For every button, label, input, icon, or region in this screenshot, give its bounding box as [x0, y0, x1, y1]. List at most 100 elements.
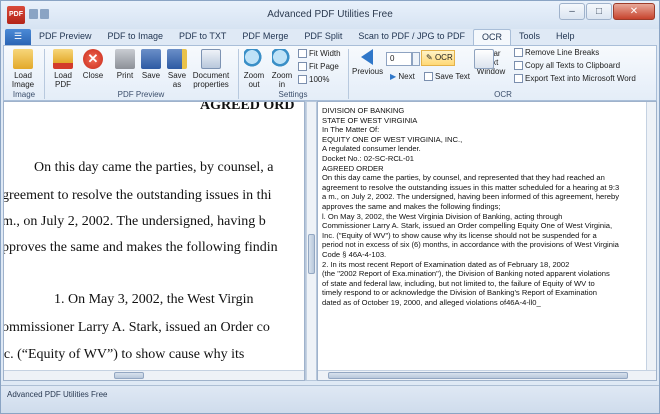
ocr-line: EQUITY ONE OF WEST VIRGINIA, INC.,	[322, 134, 463, 144]
ocr-line: A regulated consumer lender.	[322, 144, 421, 154]
tab-pdf-to-txt[interactable]: PDF to TXT	[171, 29, 234, 45]
close-label: Close	[82, 71, 104, 80]
ocr-line: Commissioner Larry A. Stark, issued an O…	[322, 221, 613, 231]
tab-pdf-preview[interactable]: PDF Preview	[31, 29, 100, 45]
next-label: Next	[398, 72, 415, 81]
load-image-label: Load Image	[11, 71, 35, 89]
previous-label: Previous	[352, 67, 384, 76]
pdf-preview-pane[interactable]: AGREED ORD On this day came the parties,…	[3, 101, 305, 381]
page-spinner[interactable]	[412, 52, 420, 66]
document-properties-button[interactable]: Document properties	[190, 49, 232, 89]
ribbon: Load Image Image Load PDF ✕ Close Print …	[3, 45, 657, 101]
tab-pdf-to-image[interactable]: PDF to Image	[100, 29, 172, 45]
document-properties-label: Document properties	[192, 71, 230, 89]
ocr-line: DIVISION OF BANKING	[322, 106, 405, 115]
tab-tools[interactable]: Tools	[511, 29, 548, 45]
pane-splitter[interactable]	[305, 101, 317, 381]
app-window: PDF Advanced PDF Utilities Free – □ ✕ ☰ …	[0, 0, 660, 414]
ocr-button[interactable]: ✎ OCR	[421, 50, 455, 66]
tab-scan-to-pdf[interactable]: Scan to PDF / JPG to PDF	[350, 29, 473, 45]
remove-line-breaks-label: Remove Line Breaks	[525, 48, 600, 57]
zoom-out-button[interactable]: Zoom out	[242, 49, 266, 89]
ocr-line: On this day came the parties, by counsel…	[322, 173, 605, 183]
ocr-line: timely respond to or acknowledge the Div…	[322, 288, 597, 298]
ocr-line: a m., on July 2, 2002. The undersigned, …	[322, 192, 620, 202]
clipboard-icon	[514, 61, 523, 70]
printer-icon	[115, 49, 135, 69]
tab-pdf-merge[interactable]: PDF Merge	[234, 29, 296, 45]
ocr-line: period not in excess of six (6) months, …	[322, 240, 619, 250]
arrow-right-icon: ▶	[390, 72, 397, 81]
group-ocr-label: OCR	[494, 90, 512, 99]
remove-line-breaks-icon	[514, 48, 523, 57]
copy-all-texts-button[interactable]: Copy all Texts to Clipboard	[514, 61, 620, 71]
remove-line-breaks-button[interactable]: Remove Line Breaks	[514, 48, 599, 58]
document-properties-icon	[201, 49, 221, 69]
scroll-thumb[interactable]	[308, 234, 315, 274]
export-word-label: Export Text into Microsoft Word	[525, 74, 636, 83]
word-icon	[514, 74, 523, 83]
ocr-line: Inc. ("Equity of WV") to show cause why …	[322, 230, 597, 240]
load-image-button[interactable]: Load Image	[8, 49, 38, 89]
zoom-in-label: Zoom in	[271, 71, 293, 89]
load-pdf-label: Load PDF	[54, 71, 72, 89]
file-menu-button[interactable]: ☰	[5, 29, 31, 45]
document-line: pproves the same and makes the following…	[3, 240, 278, 255]
clear-text-window-button[interactable]: Clear Text Window	[474, 49, 508, 76]
group-pdf-preview-label: PDF Preview	[117, 90, 165, 99]
ocr-line: approves the same and makes the followin…	[322, 201, 501, 211]
save-button[interactable]: Save	[140, 49, 162, 80]
save-text-icon	[424, 72, 433, 81]
ocr-horizontal-scrollbar[interactable]	[318, 370, 656, 380]
tab-ocr[interactable]: OCR	[472, 29, 511, 45]
group-image-label: Image	[12, 90, 36, 99]
save-text-label: Save Text	[435, 72, 470, 81]
print-label: Print	[116, 71, 134, 80]
title-bar: PDF Advanced PDF Utilities Free – □ ✕	[1, 1, 659, 29]
zoom-100-icon	[298, 75, 307, 84]
ribbon-tabs: ☰ PDF Preview PDF to Image PDF to TXT PD…	[1, 29, 659, 45]
ocr-text-pane[interactable]: DIVISION OF BANKING STATE OF WEST VIRGIN…	[317, 101, 657, 381]
preview-horizontal-scrollbar[interactable]	[4, 370, 304, 380]
document-line: 1. On May 3, 2002, the West Virgin	[54, 292, 254, 307]
save-as-button[interactable]: Save as	[166, 49, 188, 89]
next-page-button[interactable]: ▶ Next	[390, 72, 415, 82]
fit-width-button[interactable]: Fit Width	[298, 49, 341, 59]
scroll-thumb[interactable]	[328, 372, 628, 379]
page-number-input[interactable]: 0	[386, 52, 412, 66]
zoom-100-label: 100%	[309, 75, 330, 84]
save-as-label: Save as	[167, 71, 187, 89]
close-icon: ✕	[83, 49, 103, 69]
close-window-button[interactable]: ✕	[613, 3, 655, 20]
load-pdf-button[interactable]: Load PDF	[50, 49, 76, 89]
tab-pdf-split[interactable]: PDF Split	[296, 29, 350, 45]
document-line: m., on July 2, 2002. The undersigned, ha…	[3, 214, 266, 229]
fit-page-button[interactable]: Fit Page	[298, 62, 339, 72]
zoom-in-button[interactable]: Zoom in	[270, 49, 294, 89]
ocr-line: Code § 46A-4-103.	[322, 249, 387, 259]
zoom-in-icon	[272, 49, 292, 69]
arrow-left-icon	[361, 49, 373, 65]
tab-help[interactable]: Help	[548, 29, 583, 45]
fit-width-icon	[298, 49, 307, 58]
export-word-button[interactable]: Export Text into Microsoft Word	[514, 74, 636, 84]
ocr-vertical-scrollbar[interactable]	[646, 102, 656, 370]
fit-page-icon	[298, 62, 307, 71]
zoom-100-button[interactable]: 100%	[298, 75, 329, 85]
previous-page-button[interactable]: Previous	[352, 49, 384, 76]
save-as-icon	[167, 49, 187, 69]
pencil-icon: ✎	[426, 53, 433, 62]
preview-vertical-scrollbar[interactable]	[306, 102, 316, 380]
save-text-button[interactable]: Save Text	[424, 72, 470, 82]
ocr-text-area[interactable]: DIVISION OF BANKING STATE OF WEST VIRGIN…	[322, 106, 646, 307]
maximize-button[interactable]: □	[586, 3, 612, 20]
scroll-thumb[interactable]	[114, 372, 144, 379]
window-controls: – □ ✕	[558, 3, 655, 21]
minimize-button[interactable]: –	[559, 3, 585, 20]
ocr-label: OCR	[434, 53, 453, 62]
close-document-button[interactable]: ✕ Close	[80, 49, 106, 80]
print-button[interactable]: Print	[112, 49, 138, 80]
ocr-line: AGREED ORDER	[322, 163, 384, 173]
ocr-line: STATE OF WEST VIRGINIA	[322, 115, 418, 125]
ocr-line: of state and federal law, including, but…	[322, 278, 595, 288]
